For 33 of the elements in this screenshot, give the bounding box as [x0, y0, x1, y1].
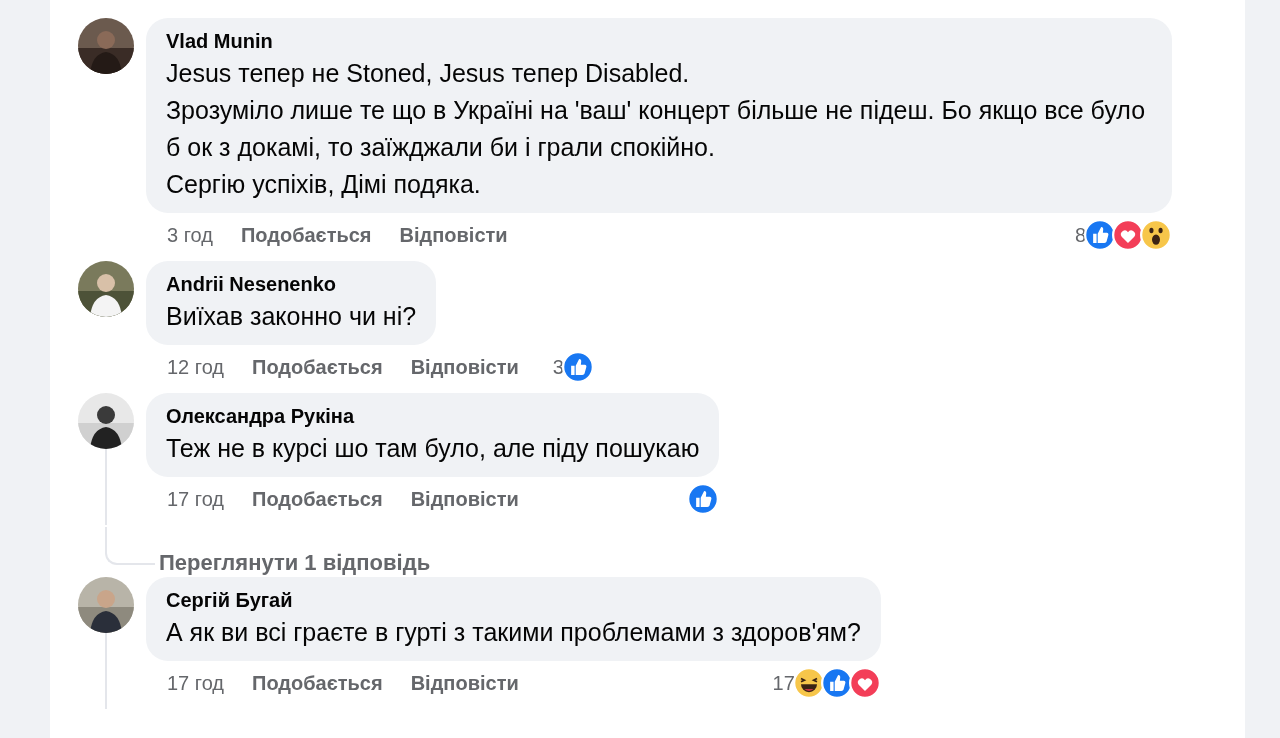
reaction-count[interactable]: 3	[552, 355, 564, 379]
like-link[interactable]: Подобається	[240, 223, 372, 247]
reaction-count[interactable]: 8	[1074, 223, 1086, 247]
thread-line	[105, 527, 155, 565]
author-name[interactable]: Andrii Nesenenko	[166, 273, 417, 296]
comment-text: Теж не в курсі шо там було, але піду пошукаю	[166, 433, 700, 464]
reply-link[interactable]: Відповісти	[399, 223, 508, 247]
author-name[interactable]: Сергій Бугай	[166, 589, 861, 612]
surprised-face-icon[interactable]	[1140, 219, 1172, 251]
reply-link[interactable]: Відповісти	[410, 487, 519, 511]
like-link[interactable]: Подобається	[252, 487, 383, 511]
like-link[interactable]: Подобається	[252, 671, 383, 695]
timestamp[interactable]: 17 год	[167, 487, 224, 511]
view-replies-link[interactable]: Переглянути 1 відповідь	[159, 551, 431, 577]
thumbs-up-icon[interactable]	[561, 351, 594, 383]
thumbs-up-icon[interactable]	[1084, 219, 1116, 251]
comment-text: Сергію успіхів, Дімі подяка.	[166, 169, 482, 200]
thumbs-up-icon[interactable]	[820, 667, 853, 699]
author-name[interactable]: Vlad Munin	[166, 30, 1152, 53]
reply-link[interactable]: Відповісти	[410, 355, 519, 379]
laughing-face-icon[interactable]	[792, 667, 825, 699]
thumbs-up-icon[interactable]	[687, 483, 720, 515]
comment-text: Зрозуміло лише те що в Україні на 'ваш' концерт більше не підеш. Бо якщо все було б ок з докамі, то заїжджали би і грали спокійно.	[166, 95, 1147, 163]
comment-text: А як ви всі граєте в гурті з такими проблемами з здоров'ям?	[166, 617, 861, 648]
timestamp[interactable]: 17 год	[167, 671, 224, 695]
comment-text: Jesus тепер не Stoned, Jesus тепер Disabled.	[166, 58, 691, 89]
comment-text: Виїхав законно чи ні?	[166, 301, 417, 332]
like-link[interactable]: Подобається	[252, 355, 383, 379]
author-name[interactable]: Олександра Рукіна	[166, 405, 700, 428]
reaction-count[interactable]: 17	[772, 671, 795, 695]
timestamp[interactable]: 12 год	[167, 355, 224, 379]
timestamp[interactable]: 3 год	[167, 223, 213, 247]
reply-link[interactable]: Відповісти	[410, 671, 519, 695]
